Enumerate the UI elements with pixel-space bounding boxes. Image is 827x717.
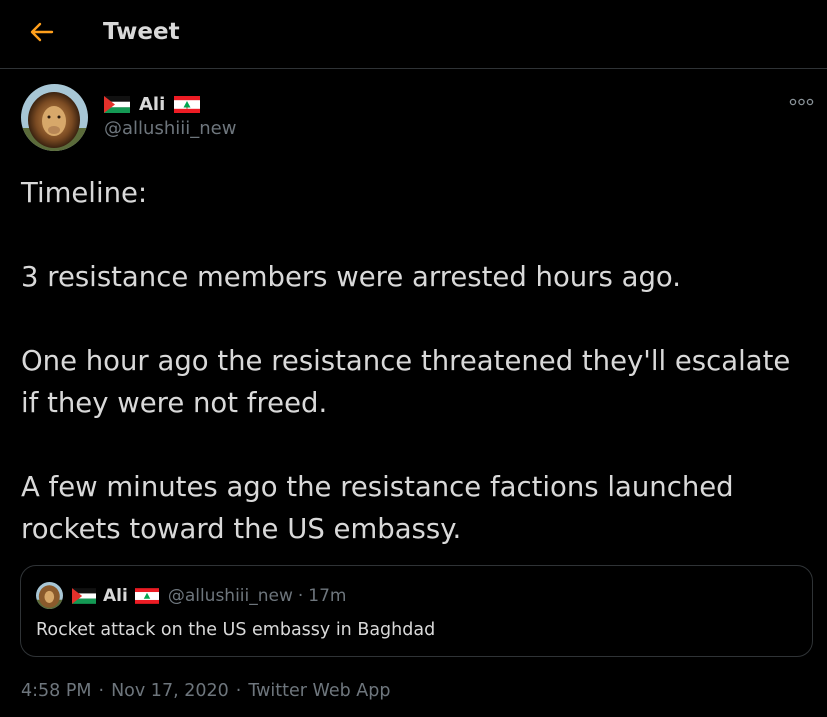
- tweet-time[interactable]: 4:58 PM: [21, 681, 92, 701]
- tweet-line: A few minutes ago the resistance faction…: [21, 471, 734, 503]
- tweet-text: Timeline: 3 resistance members were arre…: [21, 172, 821, 550]
- separator-dot: ·: [297, 586, 304, 606]
- quoted-author-name: Ali: [103, 586, 128, 606]
- quoted-header: Ali @allushiii_new · 17m: [72, 584, 347, 608]
- tweet-line: 3 resistance members were arrested hours…: [21, 261, 681, 293]
- tweet-line: rockets toward the US embassy.: [21, 513, 462, 545]
- tweet-meta: 4:58 PM · Nov 17, 2020 · Twitter Web App: [21, 681, 390, 701]
- tweet-line: if they were not freed.: [21, 387, 328, 419]
- more-horizontal-icon: [789, 98, 814, 106]
- quoted-timestamp: 17m: [308, 586, 347, 606]
- separator-dot: ·: [235, 681, 242, 701]
- lebanon-flag-icon: [134, 588, 159, 604]
- tweet-source[interactable]: Twitter Web App: [248, 681, 390, 701]
- tweet-line: One hour ago the resistance threatened t…: [21, 345, 791, 377]
- palestine-flag-icon: [104, 95, 130, 113]
- quoted-author-handle: @allushiii_new: [167, 586, 293, 606]
- top-bar: Tweet: [0, 0, 827, 69]
- more-button[interactable]: [789, 94, 815, 110]
- page-title: Tweet: [103, 19, 180, 45]
- lion-avatar-image: [36, 582, 63, 609]
- lebanon-flag-icon: [174, 95, 201, 113]
- palestine-flag-icon: [72, 588, 96, 604]
- tweet-date[interactable]: Nov 17, 2020: [111, 681, 229, 701]
- lion-avatar-image: [21, 84, 88, 151]
- separator-dot: ·: [98, 681, 105, 701]
- arrow-left-icon: [30, 22, 54, 42]
- author-handle[interactable]: @allushiii_new: [104, 118, 236, 139]
- quoted-text: Rocket attack on the US embassy in Baghd…: [36, 620, 436, 640]
- quoted-tweet[interactable]: Ali @allushiii_new · 17m Rocket attack o…: [20, 565, 813, 657]
- back-button[interactable]: [26, 17, 56, 47]
- avatar[interactable]: [21, 84, 88, 151]
- author-name-row[interactable]: Ali: [104, 92, 201, 116]
- author-name: Ali: [139, 93, 166, 115]
- tweet-line: Timeline:: [21, 177, 148, 209]
- quoted-avatar: [36, 582, 63, 609]
